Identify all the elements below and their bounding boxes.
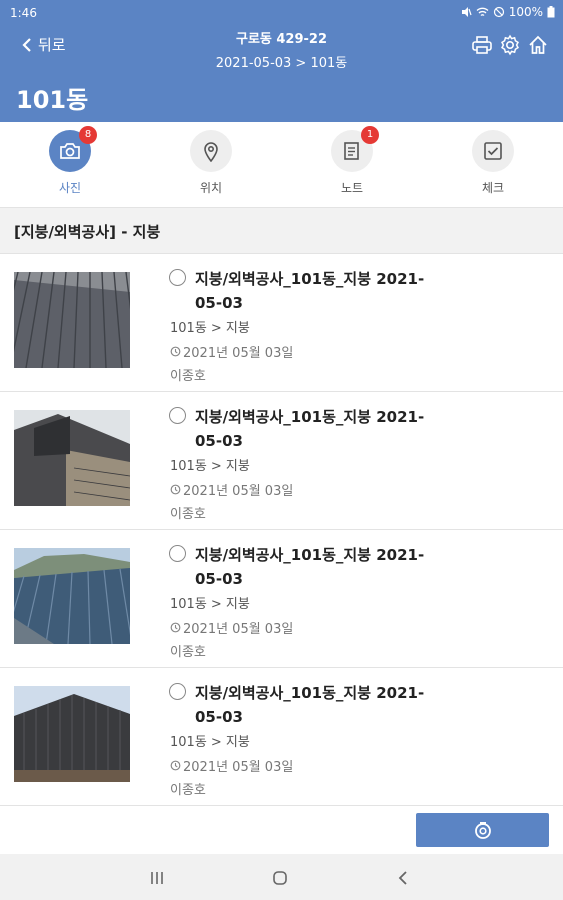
battery-icon [547,6,555,18]
item-date-text: 2021년 05월 03일 [183,622,294,637]
clock-icon [170,622,181,633]
footer-bar [0,806,563,854]
no-signal-icon [493,6,504,18]
tab-photo-circle: 8 [49,126,97,172]
tab-check-label: 체크 [481,181,505,195]
home-nav-icon[interactable] [270,868,290,888]
clock-icon [170,346,181,357]
list-item[interactable]: 지붕/외벽공사_101동_지붕 2021-05-03 101동 > 지붕 202… [0,254,563,392]
tab-note[interactable]: 1 노트 [312,126,392,196]
item-date: 2021년 05월 03일 [170,618,293,637]
recent-apps-icon[interactable] [147,868,167,888]
tab-location[interactable]: 위치 [171,130,251,196]
home-icon[interactable] [527,34,549,56]
tab-photo[interactable]: 8 사진 [30,126,110,196]
tab-note-badge: 1 [361,126,379,144]
photo-thumbnail[interactable] [14,686,130,782]
list-item[interactable]: 지붕/외벽공사_101동_지붕 2021-05-03 101동 > 지붕 202… [0,668,563,806]
tab-note-label: 노트 [340,181,364,195]
item-path: 101동 > 지붕 [170,597,250,612]
section-header: [지붕/외벽공사] - 지붕 [0,208,563,254]
item-title: 지붕/외벽공사_101동_지붕 2021-05-03 [195,546,425,588]
photo-thumbnail[interactable] [14,272,130,368]
item-author: 이종호 [170,783,206,798]
item-author: 이종호 [170,645,206,660]
tab-check-circle [472,130,514,172]
tab-bar: 8 사진 위치 1 노트 체크 [0,122,563,208]
wifi-icon [476,7,489,17]
camera-icon [60,143,80,159]
tab-location-circle [190,130,232,172]
item-author: 이종호 [170,369,206,384]
photo-list: 지붕/외벽공사_101동_지붕 2021-05-03 101동 > 지붕 202… [0,254,563,806]
clock-icon [170,760,181,771]
location-pin-icon [204,142,218,162]
item-path: 101동 > 지붕 [170,459,250,474]
mute-icon [461,7,472,17]
take-photo-button[interactable] [416,813,549,847]
item-path: 101동 > 지붕 [170,735,250,750]
status-time: 1:46 [10,6,37,20]
checkbox-icon [484,142,502,160]
list-item[interactable]: 지붕/외벽공사_101동_지붕 2021-05-03 101동 > 지붕 202… [0,392,563,530]
tab-photo-label: 사진 [58,181,82,195]
item-title: 지붕/외벽공사_101동_지붕 2021-05-03 [195,270,425,312]
page-title: 101동 [16,86,89,114]
select-radio[interactable] [169,683,186,700]
tab-check[interactable]: 체크 [453,130,533,196]
note-icon [344,142,359,160]
status-bar: 1:46 100% [0,0,563,26]
tab-photo-badge: 8 [79,126,97,144]
item-date-text: 2021년 05월 03일 [183,484,294,499]
photo-thumbnail[interactable] [14,410,130,506]
item-title: 지붕/외벽공사_101동_지붕 2021-05-03 [195,408,425,450]
item-date: 2021년 05월 03일 [170,342,293,361]
select-radio[interactable] [169,545,186,562]
gear-icon[interactable] [499,34,521,56]
item-date-text: 2021년 05월 03일 [183,760,294,775]
app-header: 1:46 100% 뒤로 구로동 429-22 2021-05-03 > 101… [0,0,563,122]
system-nav-bar [0,854,563,900]
select-radio[interactable] [169,407,186,424]
camera-icon [474,822,491,839]
item-date-text: 2021년 05월 03일 [183,346,294,361]
item-author: 이종호 [170,507,206,522]
battery-percent: 100% [508,5,543,19]
print-icon[interactable] [471,34,493,56]
photo-thumbnail[interactable] [14,548,130,644]
list-item[interactable]: 지붕/외벽공사_101동_지붕 2021-05-03 101동 > 지붕 202… [0,530,563,668]
clock-icon [170,484,181,495]
item-path: 101동 > 지붕 [170,321,250,336]
item-date: 2021년 05월 03일 [170,480,293,499]
status-icons: 100% [460,5,555,19]
select-radio[interactable] [169,269,186,286]
section-title: [지붕/외벽공사] - 지붕 [14,223,161,241]
tab-note-circle: 1 [331,126,379,172]
tab-location-label: 위치 [199,181,223,195]
back-nav-icon[interactable] [393,868,413,888]
item-date: 2021년 05월 03일 [170,756,293,775]
header-actions [471,34,549,56]
item-title: 지붕/외벽공사_101동_지붕 2021-05-03 [195,684,425,726]
